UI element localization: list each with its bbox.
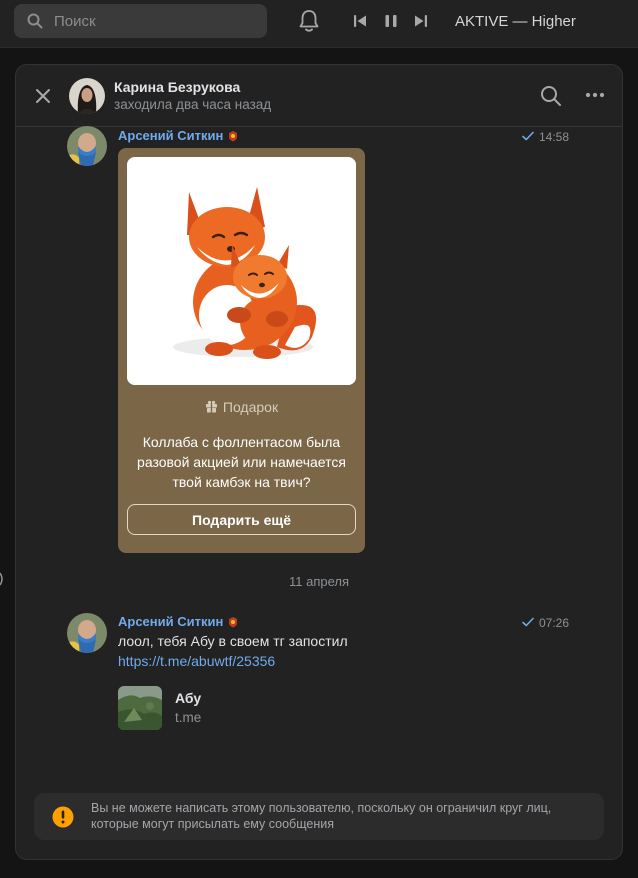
gift-label: Подарок: [118, 399, 365, 415]
author-name[interactable]: Арсений Ситкин: [118, 128, 223, 143]
pause-icon[interactable]: [383, 13, 399, 29]
chat-window: Карина Безрукова заходила два часа назад…: [15, 64, 623, 860]
chat-status: заходила два часа назад: [114, 97, 272, 112]
search-input[interactable]: [54, 4, 254, 38]
message-time: 14:58: [539, 130, 570, 144]
more-icon[interactable]: [585, 92, 605, 98]
notice-text: Вы не можете написать этому пользователю…: [91, 801, 552, 831]
read-check-icon: [522, 617, 534, 627]
gift-icon: [205, 400, 217, 413]
date-separator: 11 апреля: [288, 574, 350, 589]
badge-icon: [229, 617, 238, 628]
message-time: 07:26: [539, 616, 570, 630]
message-text: лоол, тебя Абу в своем тг запостил: [118, 633, 348, 649]
bell-icon[interactable]: [298, 9, 320, 33]
cannot-message-notice: Вы не можете написать этому пользователю…: [34, 793, 604, 840]
gift-card: Подарок Коллаба с фоллентасом была разов…: [118, 148, 365, 553]
author-name[interactable]: Арсений Ситкин: [118, 614, 223, 629]
global-search[interactable]: [14, 4, 267, 38]
gift-sticker-image: [127, 157, 356, 385]
gift-label-text: Подарок: [222, 399, 279, 415]
gift-message: Коллаба с фоллентасом была разовой акцие…: [137, 434, 346, 490]
chat-header: Карина Безрукова заходила два часа назад: [16, 65, 622, 127]
avatar[interactable]: [69, 78, 105, 114]
message-author[interactable]: Арсений Ситкин: [118, 128, 239, 143]
top-bar: AKTIVE — Higher: [0, 0, 638, 48]
badge-icon: [229, 131, 238, 142]
message-link[interactable]: https://t.me/abuwtf/25356: [118, 653, 275, 669]
warning-icon: [52, 806, 74, 828]
gift-again-button[interactable]: Подарить ещё: [127, 504, 356, 535]
edge-arrow-icon: [0, 572, 3, 586]
avatar[interactable]: [67, 126, 107, 166]
previous-track-icon[interactable]: [352, 13, 368, 29]
link-preview-domain: t.me: [175, 710, 202, 725]
search-icon[interactable]: [540, 85, 562, 107]
avatar[interactable]: [67, 613, 107, 653]
link-preview-image[interactable]: [118, 686, 162, 730]
search-icon: [27, 13, 43, 29]
now-playing-title[interactable]: AKTIVE — Higher: [455, 13, 576, 30]
close-icon[interactable]: [33, 86, 53, 106]
read-check-icon: [522, 131, 534, 141]
chat-title[interactable]: Карина Безрукова: [114, 79, 240, 95]
message-author[interactable]: Арсений Ситкин: [118, 614, 239, 629]
next-track-icon[interactable]: [413, 13, 429, 29]
link-preview-title[interactable]: Абу: [175, 690, 201, 706]
